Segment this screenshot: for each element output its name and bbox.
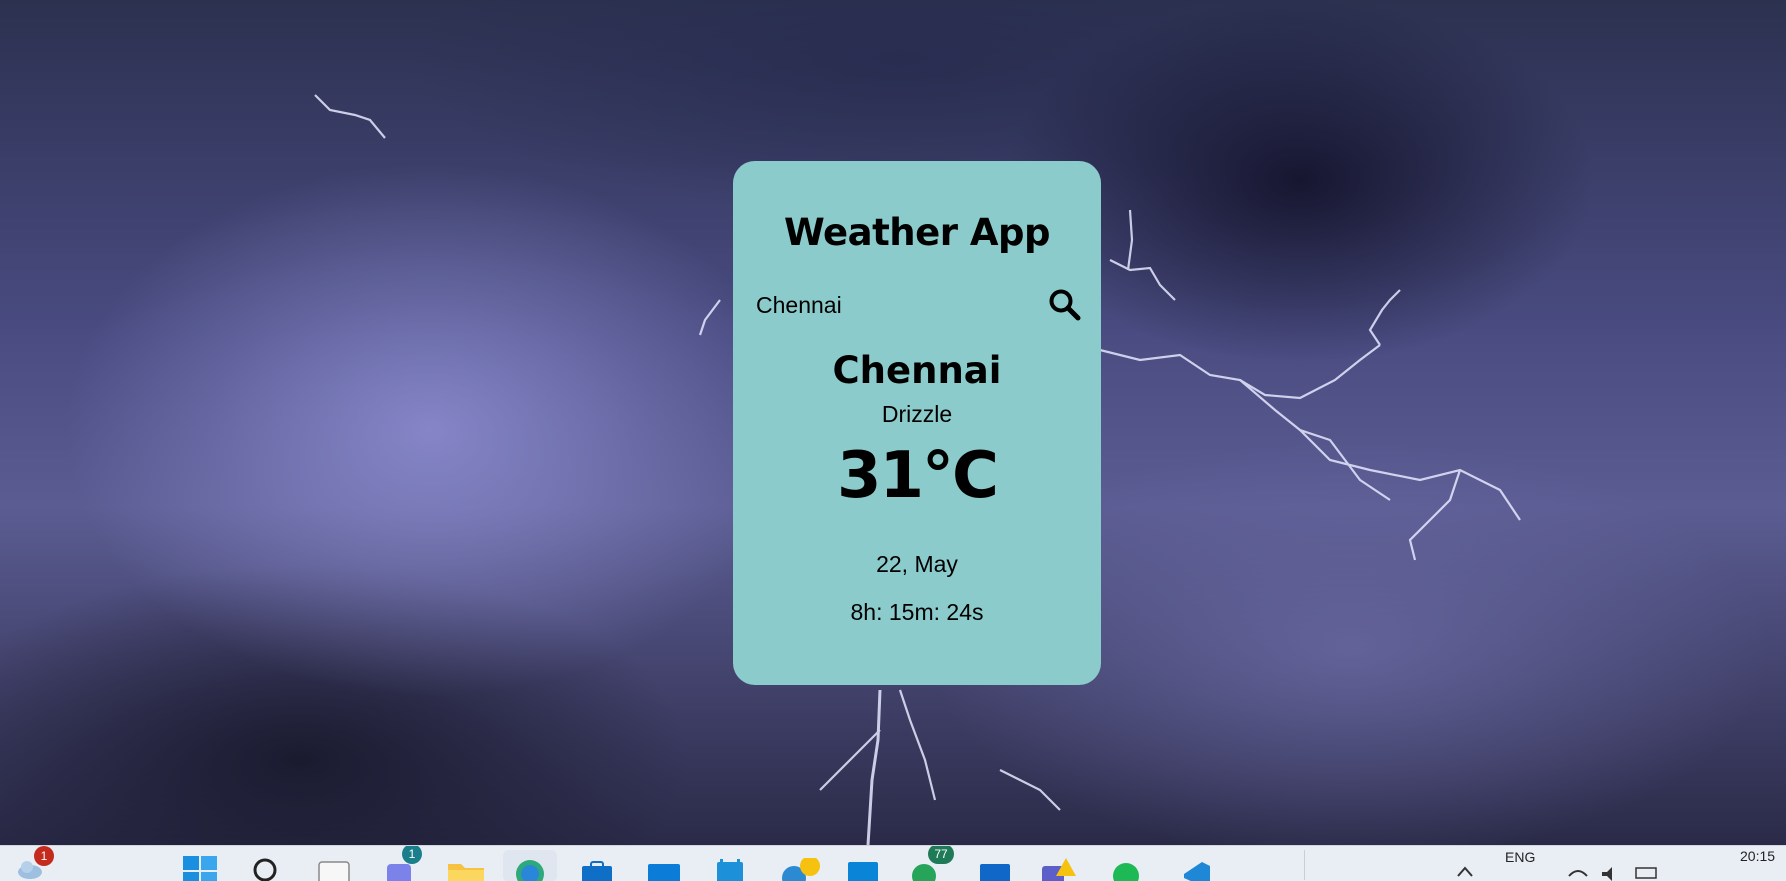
notification-app-button[interactable] (780, 856, 820, 881)
vscode-icon (1184, 862, 1210, 881)
teams-button[interactable] (1040, 856, 1080, 881)
search-button[interactable] (1047, 287, 1083, 323)
weather-condition: Drizzle (881, 401, 953, 427)
app-title: Weather App (784, 211, 1050, 254)
city-name: Chennai (832, 349, 1002, 392)
windows-logo-icon (183, 856, 217, 881)
current-time: 8h: 15m: 24s (850, 599, 984, 625)
edge-icon (516, 860, 544, 881)
volume-button[interactable] (1600, 864, 1622, 881)
clock-time[interactable]: 20:15 (1740, 848, 1775, 864)
chevron-up-icon (1457, 866, 1473, 877)
window-icon (848, 862, 878, 881)
folder-icon (448, 864, 484, 881)
start-button[interactable] (183, 856, 217, 881)
battery-button[interactable] (1635, 866, 1661, 881)
calendar-icon (717, 859, 743, 881)
search-icon (253, 858, 277, 881)
taskbar-search-button[interactable] (252, 856, 280, 881)
current-date: 22, May (876, 551, 958, 577)
calendar-button[interactable] (715, 858, 745, 881)
wifi-button[interactable] (1567, 864, 1589, 881)
taskbar-divider (1304, 850, 1305, 880)
outlook-button[interactable] (978, 860, 1012, 881)
window-app-button[interactable] (846, 860, 880, 881)
weather-card: Weather App Chennai Drizzle 31°C 22, May… (733, 161, 1101, 685)
task-view-icon (318, 861, 350, 881)
spotify-button[interactable] (1110, 858, 1142, 881)
file-explorer-button[interactable] (447, 860, 485, 881)
speaker-icon (1602, 867, 1612, 881)
bell-app-icon (782, 856, 820, 881)
weather-notification-badge: 1 (34, 846, 54, 866)
task-view-button[interactable] (317, 860, 351, 881)
tray-chevron-button[interactable] (1455, 862, 1475, 881)
edge-browser-button[interactable] (503, 850, 557, 881)
search-bar (756, 285, 1083, 325)
city-search-input[interactable] (756, 285, 1036, 325)
language-indicator[interactable]: ENG (1505, 849, 1535, 865)
outlook-icon (980, 864, 1010, 881)
spotify-icon (1113, 863, 1139, 881)
store-bag-icon (582, 861, 612, 881)
teams-notification-badge: 1 (402, 846, 422, 864)
wifi-icon (1568, 870, 1588, 877)
taskbar: 1 1 77 ENG 20:15 (0, 845, 1786, 881)
mail-button[interactable] (646, 860, 682, 881)
temperature: 31°C (836, 439, 999, 513)
whatsapp-notification-badge: 77 (928, 846, 954, 864)
store-button[interactable] (580, 860, 614, 881)
battery-icon (1635, 867, 1657, 879)
search-icon (1049, 289, 1081, 321)
mail-icon (648, 864, 680, 881)
vscode-button[interactable] (1180, 858, 1214, 881)
teams-icon (1042, 858, 1076, 881)
desktop-wallpaper: Weather App Chennai Drizzle 31°C 22, May… (0, 0, 1786, 845)
